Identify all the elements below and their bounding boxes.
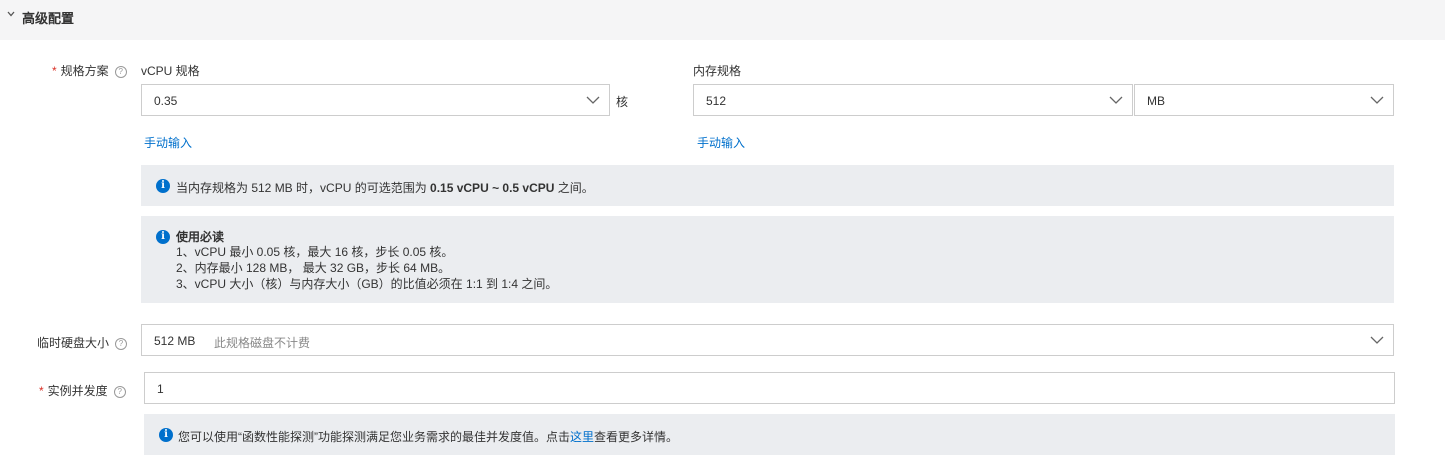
- vcpu-value: 0.35: [154, 94, 178, 108]
- spec-label-row: * 规格方案?: [52, 62, 127, 79]
- rule-item: 1、vCPU 最小 0.05 核，最大 16 核，步长 0.05 核。: [176, 245, 454, 259]
- vcpu-label: vCPU 规格: [141, 64, 200, 78]
- memory-unit-value: MB: [1147, 94, 1165, 108]
- question-circle-icon[interactable]: ?: [114, 65, 127, 78]
- disk-hint: 此规格磁盘不计费: [214, 336, 311, 350]
- concurrency-note-text: 您可以使用“函数性能探测”功能探测满足您业务需求的最佳并发度值。点击这里查看更多…: [178, 430, 679, 444]
- rule-item: 3、vCPU 大小（核）与内存大小（GB）的比值必须在 1:1 到 1:4 之间…: [176, 277, 558, 291]
- memory-manual-input-link[interactable]: 手动输入: [697, 134, 745, 151]
- spec-label: 规格方案: [60, 64, 109, 78]
- concurrency-input[interactable]: 1: [144, 372, 1395, 404]
- concurrency-label-row: * 实例并发度?: [39, 382, 126, 399]
- concurrency-value: 1: [157, 382, 164, 396]
- required-mark: *: [39, 384, 44, 398]
- concurrency-note-link[interactable]: 这里: [570, 430, 594, 444]
- section-title: 高级配置: [22, 11, 75, 26]
- chevron-down-icon: [586, 96, 600, 104]
- memory-value: 512: [706, 94, 727, 108]
- rule-item: 2、内存最小 128 MB， 最大 32 GB，步长 64 MB。: [176, 261, 451, 275]
- rules-title: 使用必读: [176, 230, 225, 244]
- concurrency-label: 实例并发度: [47, 384, 108, 398]
- memory-unit-select[interactable]: MB: [1134, 84, 1394, 116]
- usage-rules-panel: i 使用必读 1、vCPU 最小 0.05 核，最大 16 核，步长 0.05 …: [141, 216, 1394, 303]
- vcpu-manual-input-link[interactable]: 手动输入: [144, 134, 192, 151]
- chevron-down-icon: [7, 11, 15, 17]
- disk-value: 512 MB: [154, 334, 196, 348]
- range-note-panel: i 当内存规格为 512 MB 时，vCPU 的可选范围为 0.15 vCPU …: [141, 165, 1394, 206]
- disk-label-row: 临时硬盘大小?: [37, 334, 128, 351]
- chevron-down-icon: [1109, 96, 1123, 104]
- disk-select[interactable]: 512 MB 此规格磁盘不计费: [141, 324, 1394, 356]
- info-icon: i: [156, 179, 170, 193]
- concurrency-note-panel: i 您可以使用“函数性能探测”功能探测满足您业务需求的最佳并发度值。点击这里查看…: [144, 414, 1395, 455]
- chevron-down-icon: [1370, 336, 1384, 344]
- range-note-text: 当内存规格为 512 MB 时，vCPU 的可选范围为 0.15 vCPU ~ …: [176, 181, 594, 195]
- info-icon: i: [156, 230, 170, 244]
- chevron-down-icon: [1370, 96, 1384, 104]
- vcpu-select[interactable]: 0.35: [141, 84, 610, 116]
- required-mark: *: [52, 64, 57, 78]
- info-icon: i: [159, 428, 173, 442]
- vcpu-unit: 核: [616, 95, 629, 109]
- question-circle-icon[interactable]: ?: [115, 337, 128, 350]
- disk-label: 临时硬盘大小: [37, 336, 110, 350]
- question-circle-icon[interactable]: ?: [113, 385, 126, 398]
- memory-label: 内存规格: [693, 64, 742, 78]
- advanced-config-header[interactable]: 高级配置: [0, 0, 1445, 40]
- range-value: 0.15 vCPU ~ 0.5 vCPU: [430, 181, 555, 195]
- memory-select[interactable]: 512: [693, 84, 1133, 116]
